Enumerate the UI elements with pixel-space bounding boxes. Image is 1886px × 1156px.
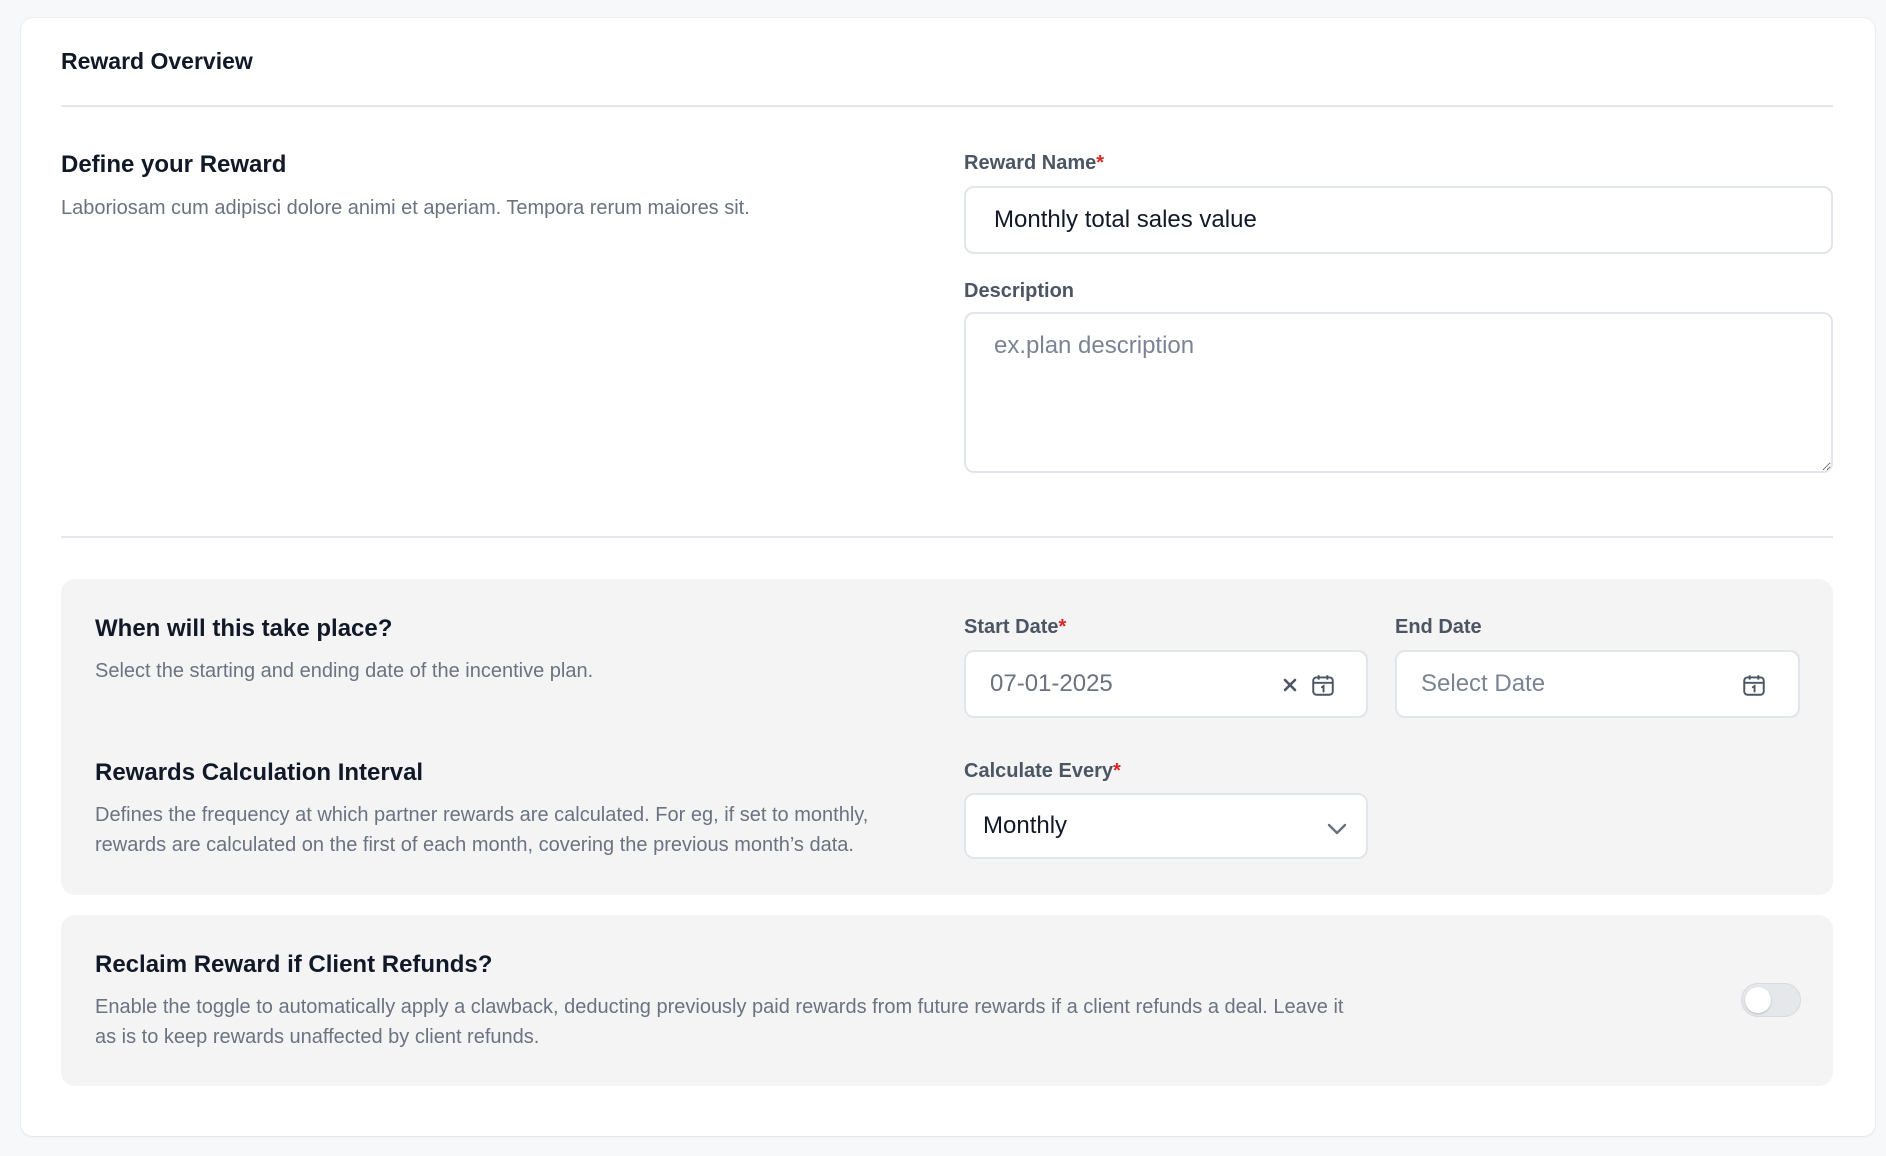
clear-icon[interactable] (1279, 674, 1301, 696)
define-reward-title: Define your Reward (61, 151, 287, 178)
chevron-down-icon[interactable] (1325, 817, 1349, 841)
calendar-icon[interactable] (1740, 671, 1768, 699)
define-reward-description: Laboriosam cum adipisci dolore animi et … (61, 197, 750, 219)
toggle-knob (1745, 987, 1771, 1013)
reclaim-description: Enable the toggle to automatically apply… (95, 996, 1344, 1048)
calculate-every-label: Calculate Every* (964, 760, 1121, 782)
required-marker: * (1058, 616, 1067, 638)
reward-name-label: Reward Name* (964, 152, 1105, 174)
description-textarea[interactable] (964, 312, 1833, 473)
required-marker: * (1112, 760, 1121, 782)
interval-title: Rewards Calculation Interval (95, 759, 424, 786)
start-date-input[interactable] (964, 650, 1368, 718)
reclaim-toggle[interactable] (1741, 983, 1801, 1017)
calendar-icon[interactable] (1309, 671, 1337, 699)
calculate-every-select[interactable]: Monthly (964, 793, 1368, 859)
schedule-description: Select the starting and ending date of t… (95, 660, 594, 682)
interval-description: Defines the frequency at which partner r… (95, 804, 869, 856)
description-label: Description (964, 280, 1075, 302)
reclaim-title: Reclaim Reward if Client Refunds? (95, 951, 493, 978)
card-title: Reward Overview (61, 48, 253, 74)
section-divider (61, 536, 1833, 538)
reward-name-input[interactable] (964, 186, 1833, 254)
start-date-label: Start Date* (964, 616, 1067, 638)
reclaim-panel: Reclaim Reward if Client Refunds? Enable… (61, 915, 1833, 1086)
calculate-every-value: Monthly (983, 812, 1068, 839)
header-divider (61, 105, 1833, 107)
end-date-label: End Date (1395, 616, 1482, 638)
required-marker: * (1096, 152, 1105, 174)
schedule-panel: When will this take place? Select the st… (61, 579, 1833, 895)
reward-overview-card: Reward Overview Define your Reward Labor… (21, 18, 1875, 1136)
schedule-title: When will this take place? (95, 615, 393, 642)
